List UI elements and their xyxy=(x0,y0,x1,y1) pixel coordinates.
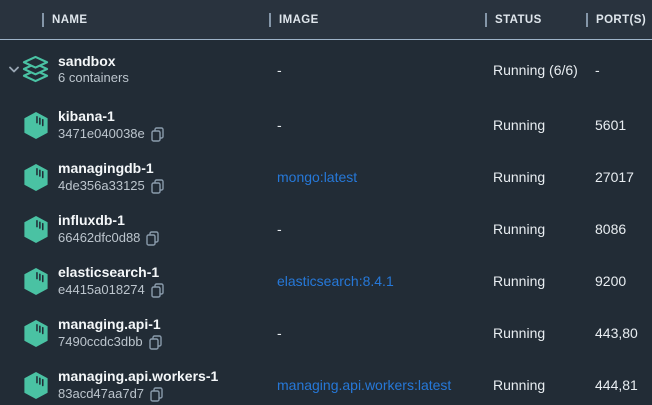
name-cell: sandbox 6 containers xyxy=(0,53,269,86)
column-header-status: STATUS xyxy=(485,13,586,27)
ports-cell: 8086 xyxy=(586,221,652,237)
image-cell: - xyxy=(269,117,485,133)
chevron-down-icon[interactable] xyxy=(6,66,22,73)
name-block: influxdb-1 66462dfc0d88 xyxy=(58,212,159,245)
copy-icon[interactable] xyxy=(151,127,164,142)
container-icon xyxy=(22,266,49,296)
image-link[interactable]: managing.api.workers:latest xyxy=(269,377,485,393)
name-block: elasticsearch-1 e4415a018274 xyxy=(58,264,164,297)
container-id: 4de356a33125 xyxy=(58,179,145,194)
name-block: managing.api-1 7490ccdc3dbb xyxy=(58,316,162,349)
container-name: elasticsearch-1 xyxy=(58,264,164,280)
name-cell: influxdb-1 66462dfc0d88 xyxy=(0,212,269,245)
container-id: 66462dfc0d88 xyxy=(58,231,140,246)
status-cell: Running xyxy=(485,221,586,237)
container-row[interactable]: managing.api.workers-1 83acd47aa7d7 mana… xyxy=(0,359,652,405)
column-header-label: PORT(S) xyxy=(596,14,646,26)
container-id: 7490ccdc3dbb xyxy=(58,335,143,350)
container-icon xyxy=(22,318,49,348)
status-cell: Running xyxy=(485,117,586,133)
column-divider xyxy=(269,13,271,27)
image-link[interactable]: mongo:latest xyxy=(269,169,485,185)
name-cell: managingdb-1 4de356a33125 xyxy=(0,160,269,193)
container-row[interactable]: kibana-1 3471e040038e - Running 5601 xyxy=(0,99,652,151)
container-row[interactable]: elasticsearch-1 e4415a018274 elasticsear… xyxy=(0,255,652,307)
container-name: managing.api.workers-1 xyxy=(58,368,218,384)
container-icon xyxy=(22,370,49,400)
status-cell: Running xyxy=(485,377,586,393)
ports-cell: 5601 xyxy=(586,117,652,133)
name-block: kibana-1 3471e040038e xyxy=(58,108,164,141)
status-cell: Running (6/6) xyxy=(485,62,586,78)
image-cell: - xyxy=(269,62,485,78)
compose-group-row[interactable]: sandbox 6 containers - Running (6/6) - xyxy=(0,40,652,99)
column-header-label: IMAGE xyxy=(279,14,319,26)
name-block: sandbox 6 containers xyxy=(58,53,129,86)
column-divider xyxy=(485,13,487,27)
column-header-label: NAME xyxy=(52,14,87,26)
copy-icon[interactable] xyxy=(149,335,162,350)
container-icon xyxy=(22,214,49,244)
column-header-name: NAME xyxy=(0,13,269,27)
column-divider xyxy=(586,13,588,27)
image-link[interactable]: elasticsearch:8.4.1 xyxy=(269,273,485,289)
name-block: managing.api.workers-1 83acd47aa7d7 xyxy=(58,368,218,401)
column-header-ports: PORT(S) xyxy=(586,13,652,27)
name-cell: kibana-1 3471e040038e xyxy=(0,108,269,141)
name-cell: managing.api.workers-1 83acd47aa7d7 xyxy=(0,368,269,401)
container-row[interactable]: managing.api-1 7490ccdc3dbb - Running 44… xyxy=(0,307,652,359)
container-id: e4415a018274 xyxy=(58,283,145,298)
image-cell: - xyxy=(269,325,485,341)
container-id: 3471e040038e xyxy=(58,127,145,142)
status-cell: Running xyxy=(485,273,586,289)
container-name: influxdb-1 xyxy=(58,212,159,228)
table-body: sandbox 6 containers - Running (6/6) - xyxy=(0,40,652,405)
copy-icon[interactable] xyxy=(150,387,163,402)
container-id: 83acd47aa7d7 xyxy=(58,387,144,402)
copy-icon[interactable] xyxy=(151,179,164,194)
ports-cell: 27017 xyxy=(586,169,652,185)
column-divider xyxy=(42,13,44,27)
status-cell: Running xyxy=(485,325,586,341)
ports-cell: 444,81 xyxy=(586,377,652,393)
container-icon xyxy=(22,162,49,192)
container-name: managing.api-1 xyxy=(58,316,162,332)
stack-icon xyxy=(22,55,49,85)
container-name: kibana-1 xyxy=(58,108,164,124)
copy-icon[interactable] xyxy=(151,283,164,298)
container-name: managingdb-1 xyxy=(58,160,164,176)
container-row[interactable]: managingdb-1 4de356a33125 mongo:latest R… xyxy=(0,151,652,203)
ports-cell: 443,80 xyxy=(586,325,652,341)
ports-cell: - xyxy=(586,62,652,78)
column-header-label: STATUS xyxy=(495,14,542,26)
group-name: sandbox xyxy=(58,53,129,69)
name-cell: managing.api-1 7490ccdc3dbb xyxy=(0,316,269,349)
name-cell: elasticsearch-1 e4415a018274 xyxy=(0,264,269,297)
copy-icon[interactable] xyxy=(146,231,159,246)
column-header-image: IMAGE xyxy=(269,13,485,27)
image-cell: - xyxy=(269,221,485,237)
container-row[interactable]: influxdb-1 66462dfc0d88 - Running 8086 xyxy=(0,203,652,255)
table-header: NAME IMAGE STATUS PORT(S) xyxy=(0,0,652,40)
name-block: managingdb-1 4de356a33125 xyxy=(58,160,164,193)
containers-table: NAME IMAGE STATUS PORT(S) xyxy=(0,0,652,405)
group-containers-count: 6 containers xyxy=(58,71,129,86)
container-icon xyxy=(22,110,49,140)
status-cell: Running xyxy=(485,169,586,185)
ports-cell: 9200 xyxy=(586,273,652,289)
